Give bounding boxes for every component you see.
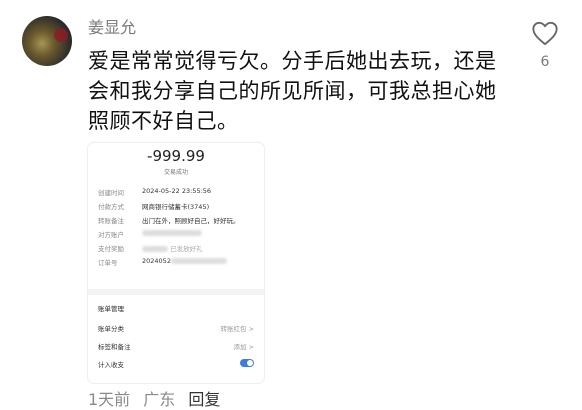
settings-row[interactable]: 标签和备注 添加 > [98,341,254,351]
settings-row[interactable]: 计入收支 [98,359,254,369]
comment-username[interactable]: 姜显允 [88,14,136,38]
settings-row-key: 标签和备注 [98,343,131,351]
user-avatar[interactable] [22,16,72,66]
like-button[interactable]: 6 [530,20,560,70]
receipt-row-key: 对方账户 [98,231,124,239]
comment-footer: 1天前 广东 回复 [88,386,228,410]
include-income-toggle[interactable] [240,359,254,367]
receipt-status: 交易成功 [163,169,188,176]
receipt-row-key: 创建时间 [98,189,124,197]
receipt-row-key: 支付奖励 [98,245,124,253]
section-title: 账单管理 [98,305,124,313]
receipt-row-key: 付款方式 [98,203,124,211]
settings-row-key: 账单分类 [98,325,124,333]
heart-icon [532,21,558,46]
receipt-row-key: 订单号 [98,259,118,267]
settings-row-key: 计入收支 [98,361,124,369]
receipt-row-value: 出门在外，照顾好自己，好好玩。 [142,217,240,225]
settings-row[interactable]: 账单分类 转账红包 > [98,323,254,333]
receipt-amount: -999.99 [147,147,205,165]
receipt-row-value-blurred [142,229,202,237]
receipt-row-key: 转账备注 [98,217,124,225]
receipt-row-value: 2024052 [142,257,171,265]
like-count: 6 [540,54,550,70]
settings-row-value: 转账红包 > [220,325,254,333]
receipt-row-value: 网商银行储蓄卡(3745) [142,203,210,211]
receipt-row-value: 2024-05-22 23:55:56 [142,187,212,195]
payment-receipt-image[interactable]: -999.99 交易成功 创建时间 2024-05-22 23:55:56 付款… [88,143,264,383]
receipt-row-value: 已发放好礼 [170,245,203,253]
section-divider [88,289,264,295]
comment-text: 爱是常常觉得亏欠。分手后她出去玩，还是会和我分享自己的所见所闻，可我总担心她照顾… [88,49,497,133]
settings-row-value: 添加 > [233,343,254,351]
